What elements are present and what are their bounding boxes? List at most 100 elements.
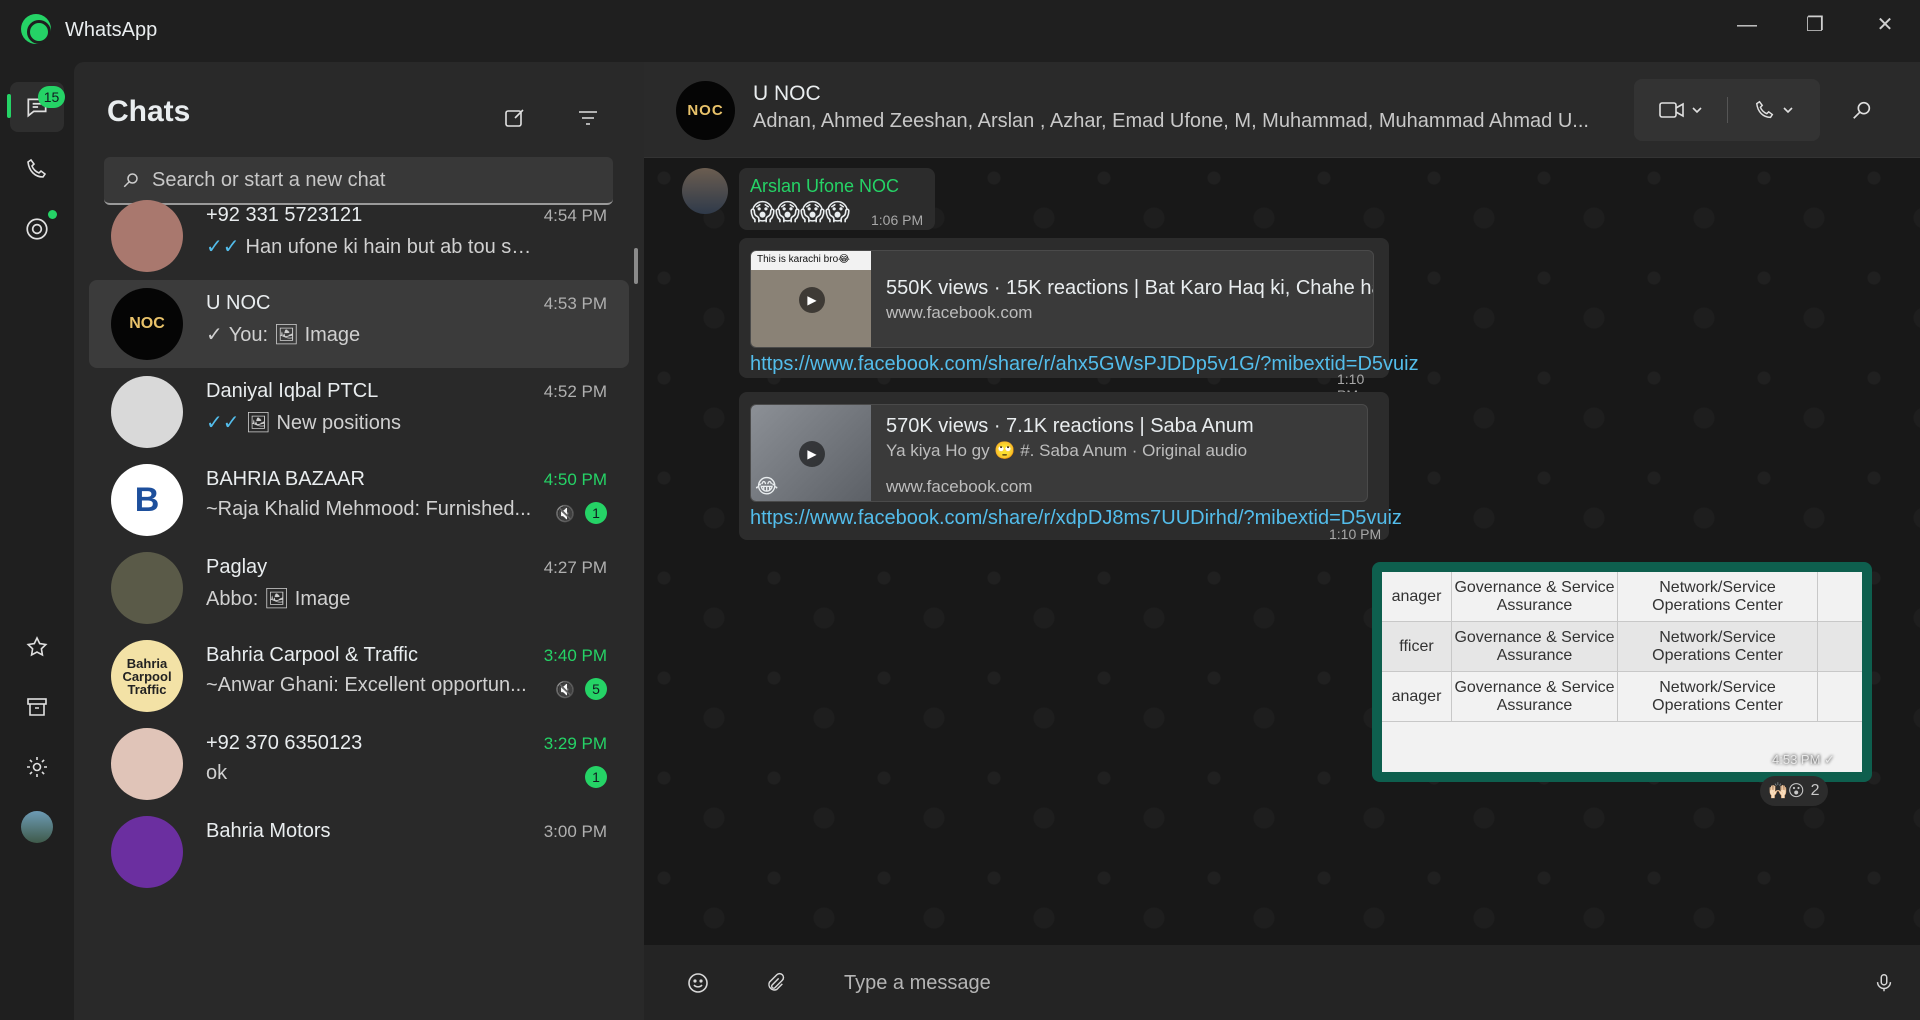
read-receipt-icon: ✓ [206, 324, 223, 346]
search-messages-button[interactable] [1844, 92, 1880, 128]
conversation-panel: NOC U NOC Adnan, Ahmed Zeeshan, Arslan ,… [644, 62, 1920, 1020]
profile-nav-button[interactable] [10, 802, 64, 852]
chat-time: 3:40 PM [543, 646, 607, 665]
message-input[interactable] [844, 963, 1844, 1003]
message-area[interactable]: Arslan Ufone NOC 😱😱😱😱 1:06 PM This is ka… [644, 158, 1920, 945]
table-cell: anager [1382, 672, 1452, 722]
table-cell: Governance & Service Assurance [1452, 672, 1618, 722]
message-link[interactable]: https://www.facebook.com/share/r/xdpDJ8m… [750, 507, 1402, 530]
chat-list-item[interactable]: +92 331 5723121 4:54 PM ✓✓ Han ufone ki hai… [89, 192, 629, 280]
starred-nav-button[interactable] [10, 622, 64, 672]
chat-list-item[interactable]: B BAHRIA BAZAAR 4:50 PM ~Raja Khalid Mehmoo… [89, 456, 629, 544]
calls-nav-button[interactable] [10, 144, 64, 194]
filter-icon [579, 111, 597, 125]
chat-time: 3:29 PM [543, 734, 607, 753]
search-icon [1853, 101, 1871, 119]
chat-last-message: ✓✓ 🖼 New positions [206, 410, 541, 435]
compose-icon [505, 109, 524, 127]
status-update-dot [48, 210, 57, 219]
group-avatar[interactable]: NOC [676, 81, 735, 140]
chat-name: Bahria Carpool & Traffic [206, 644, 418, 666]
chat-time: 4:27 PM [543, 558, 607, 577]
gear-icon [27, 757, 47, 777]
outgoing-message[interactable]: anager Governance & Service Assurance Ne… [1372, 562, 1872, 782]
preview-thumbnail: ▶ 😂 [751, 405, 871, 501]
voice-message-button[interactable] [1866, 965, 1902, 1001]
chevron-down-icon [1691, 107, 1702, 114]
attach-button[interactable] [757, 965, 793, 1001]
chat-avatar[interactable]: Bahria Carpool Traffic [111, 640, 183, 712]
chat-name: U NOC [206, 292, 271, 314]
emoji-button[interactable] [680, 965, 716, 1001]
avatar-text: B [134, 481, 160, 519]
message-preview-text: 🖼 New positions [245, 412, 401, 434]
close-button[interactable]: ✕ [1860, 10, 1910, 40]
chat-name: Daniyal Iqbal PTCL [206, 380, 379, 402]
preview-subtitle: Ya kiya Ho gy 🙄 #. Saba Anum · Original … [886, 441, 1248, 460]
chat-list-scrollbar[interactable] [634, 248, 638, 284]
chat-avatar[interactable] [111, 200, 183, 272]
chat-list-item[interactable]: Paglay 4:27 PM Abbo: 🖼 Image [89, 544, 629, 632]
table-cell: Network/Service Operations Center [1618, 672, 1818, 722]
chat-time: 4:52 PM [543, 382, 607, 401]
chat-name: +92 331 5723121 [206, 204, 363, 226]
chat-avatar[interactable] [111, 376, 183, 448]
minimize-button[interactable]: — [1722, 10, 1772, 40]
chat-time: 4:53 PM [543, 294, 607, 313]
message-preview-text: Abbo: 🖼 Image [206, 588, 351, 610]
chat-list-item[interactable]: +92 370 6350123 3:29 PM ok 1 [89, 720, 629, 808]
restore-button[interactable]: ❐ [1790, 10, 1840, 40]
message-preview-text: You: 🖼 Image [228, 324, 361, 346]
image-attachment[interactable]: anager Governance & Service Assurance Ne… [1382, 572, 1862, 772]
settings-nav-button[interactable] [10, 742, 64, 792]
chat-avatar[interactable] [111, 728, 183, 800]
chat-last-message: ~Anwar Ghani: Excellent opportun... [206, 674, 541, 697]
message-time: 1:10 PM [1329, 526, 1382, 542]
muted-icon: 🔇 [555, 682, 575, 699]
incoming-message[interactable]: This is karachi bro😂 ▶ 550K views · 15K … [739, 238, 1419, 403]
table-row: anager Governance & Service Assurance Ne… [1382, 572, 1862, 622]
chat-avatar[interactable] [111, 816, 183, 888]
video-camera-icon [1658, 102, 1684, 118]
conversation-header[interactable]: NOC U NOC Adnan, Ahmed Zeeshan, Arslan ,… [644, 62, 1920, 158]
sender-avatar[interactable] [682, 168, 728, 214]
chats-title: Chats [107, 95, 191, 128]
message-preview-text: ok [206, 762, 228, 784]
link-preview[interactable]: ▶ 😂 570K views · 7.1K reactions | Saba A… [750, 404, 1368, 502]
video-call-button[interactable] [1634, 79, 1727, 141]
star-icon [26, 636, 48, 657]
filter-button[interactable] [568, 98, 608, 138]
preview-domain: www.facebook.com [886, 303, 1033, 322]
chat-last-message: Abbo: 🖼 Image [206, 586, 541, 611]
app-title: WhatsApp [65, 19, 158, 41]
link-preview[interactable]: This is karachi bro😂 ▶ 550K views · 15K … [750, 250, 1374, 348]
archived-nav-button[interactable] [10, 682, 64, 732]
chevron-down-icon [1782, 107, 1793, 114]
preview-thumbnail: This is karachi bro😂 ▶ [751, 251, 871, 347]
table-cell: anager [1382, 572, 1452, 622]
nav-rail: 15 [0, 62, 74, 1020]
incoming-message[interactable]: Arslan Ufone NOC 😱😱😱😱 1:06 PM [739, 168, 935, 230]
new-chat-button[interactable] [495, 98, 535, 138]
voice-call-button[interactable] [1727, 79, 1820, 141]
chat-avatar[interactable]: B [111, 464, 183, 536]
reactions-badge[interactable]: 🙌🏻😮 2 [1760, 776, 1828, 806]
chat-list-item[interactable]: NOC U NOC 4:53 PM ✓ You: 🖼 Image [89, 280, 629, 368]
play-icon: ▶ [799, 441, 825, 467]
unread-count-badge: 1 [585, 502, 607, 524]
chat-avatar[interactable] [111, 552, 183, 624]
sender-name[interactable]: Arslan Ufone NOC [750, 176, 899, 197]
message-preview-text: ~Raja Khalid Mehmood: Furnished... [206, 498, 532, 520]
chat-list-item[interactable]: Bahria Motors 3:00 PM [89, 808, 629, 896]
message-link[interactable]: https://www.facebook.com/share/r/ahx5GWs… [750, 353, 1419, 376]
incoming-message[interactable]: ▶ 😂 570K views · 7.1K reactions | Saba A… [739, 392, 1402, 542]
read-receipt-icon: ✓✓ [206, 412, 240, 434]
chat-avatar[interactable]: NOC [111, 288, 183, 360]
preview-title: 550K views · 15K reactions | Bat Karo Ha… [886, 277, 1373, 299]
reaction-count: 2 [1810, 782, 1820, 799]
group-name[interactable]: U NOC [753, 82, 821, 106]
chat-list-item[interactable]: Daniyal Iqbal PTCL 4:52 PM ✓✓ 🖼 New positio… [89, 368, 629, 456]
group-members: Adnan, Ahmed Zeeshan, Arslan , Azhar, Em… [753, 110, 1589, 132]
chat-list-item[interactable]: Bahria Carpool Traffic Bahria Carpool & T… [89, 632, 629, 720]
chat-name: +92 370 6350123 [206, 732, 363, 754]
